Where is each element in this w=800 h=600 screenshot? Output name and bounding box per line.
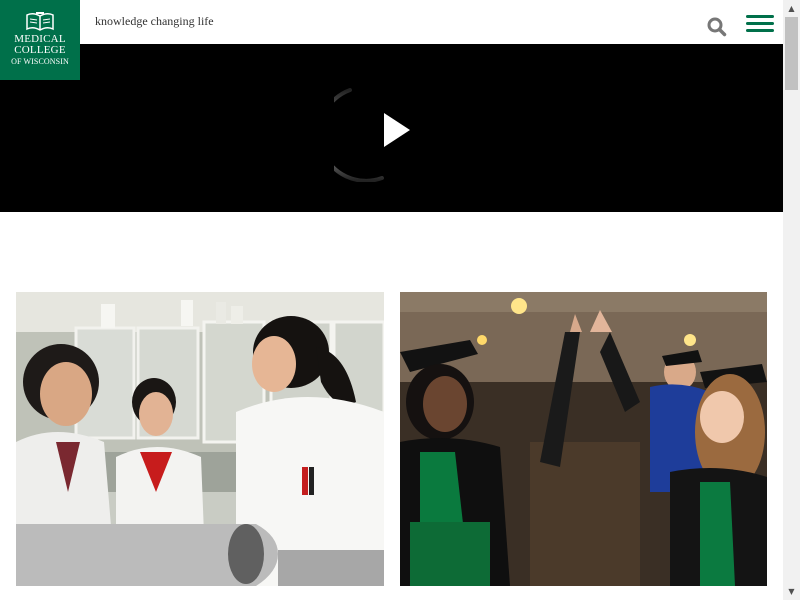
site-header: knowledge changing life <box>0 0 783 44</box>
scroll-down-arrow[interactable]: ▼ <box>783 583 800 600</box>
menu-button[interactable] <box>746 14 774 34</box>
play-icon <box>384 113 410 147</box>
graduates-card[interactable] <box>400 292 767 586</box>
play-button[interactable] <box>380 110 414 150</box>
scroll-up-arrow[interactable]: ▲ <box>783 0 800 17</box>
researchers-in-laboratory-photo <box>16 292 384 586</box>
logo-line-3: OF WISCONSIN <box>11 57 69 66</box>
graduates-high-five-photo <box>400 292 767 586</box>
hamburger-menu-icon <box>746 22 774 25</box>
hamburger-menu-icon <box>746 15 774 18</box>
site-logo[interactable]: MEDICAL COLLEGE OF WISCONSIN <box>0 0 80 80</box>
logo-wordmark: MEDICAL COLLEGE OF WISCONSIN <box>11 34 69 67</box>
hero-video[interactable] <box>0 44 783 212</box>
logo-line-2: COLLEGE <box>14 44 66 56</box>
search-icon <box>707 17 727 37</box>
book-icon <box>26 12 54 31</box>
researchers-card[interactable] <box>16 292 384 586</box>
page-scrollbar[interactable]: ▲ ▼ <box>783 0 800 600</box>
scroll-thumb[interactable] <box>785 17 798 90</box>
search-button[interactable] <box>706 16 728 38</box>
hamburger-menu-icon <box>746 29 774 32</box>
site-tagline: knowledge changing life <box>95 14 214 28</box>
